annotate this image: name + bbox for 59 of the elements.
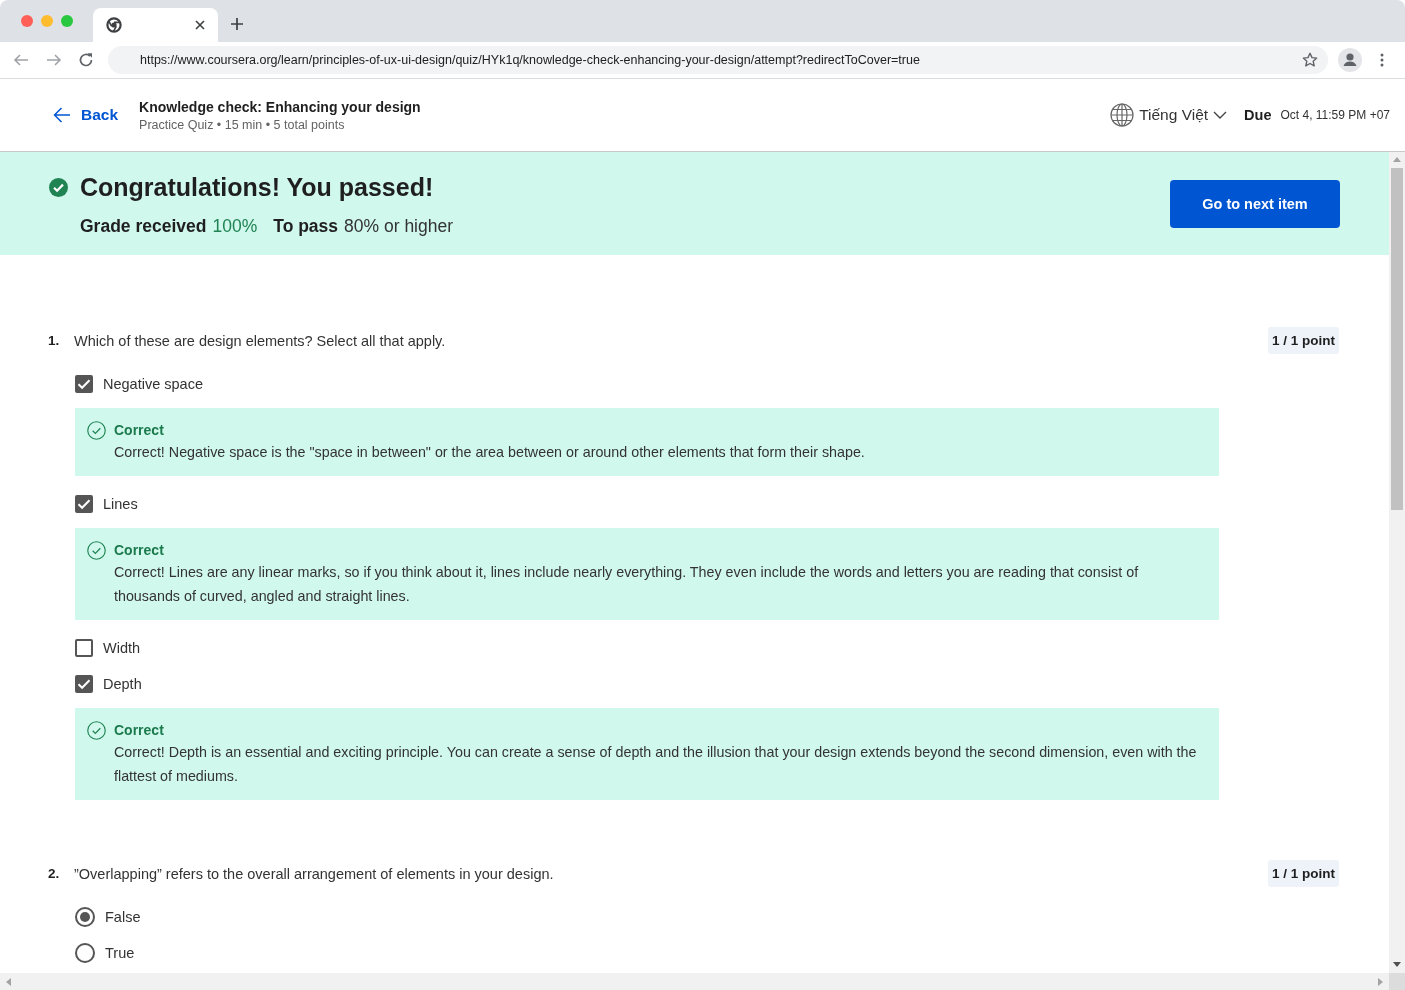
language-selector[interactable]: Tiếng Việt bbox=[1110, 103, 1228, 127]
option-label[interactable]: Negative space bbox=[103, 376, 203, 392]
reload-icon[interactable] bbox=[78, 52, 94, 68]
address-bar[interactable]: https://www.coursera.org/learn/principles-of-ux-ui-design/quiz/HYk1q/knowledge-check-enhancing-your-design/attempt?redirectToCover=true bbox=[108, 46, 1328, 74]
checkmark-icon bbox=[77, 677, 91, 691]
checkbox[interactable] bbox=[75, 675, 93, 693]
option-label[interactable]: Lines bbox=[103, 496, 138, 512]
menu-icon[interactable] bbox=[1380, 53, 1384, 67]
feedback-text: Correct! Negative space is the "space in between" or the area between or around other elements that form their shape. bbox=[114, 443, 866, 462]
question-text: ”Overlapping” refers to the overall arrangement of elements in your design. bbox=[74, 864, 555, 884]
bookmark-star-icon[interactable] bbox=[1302, 52, 1318, 68]
arrow-left-icon bbox=[53, 106, 71, 124]
radio-button[interactable] bbox=[75, 943, 95, 963]
vertical-scrollbar[interactable] bbox=[1389, 152, 1405, 973]
checkbox[interactable] bbox=[75, 375, 93, 393]
check-circle-icon bbox=[87, 540, 106, 560]
back-link[interactable]: Back bbox=[53, 106, 119, 124]
feedback-title: Correct bbox=[114, 421, 165, 440]
radio-button[interactable] bbox=[75, 907, 95, 927]
scroll-down-icon[interactable] bbox=[1393, 962, 1401, 967]
points-badge: 1 / 1 point bbox=[1268, 327, 1339, 354]
option-label[interactable]: False bbox=[105, 909, 141, 925]
profile-icon[interactable] bbox=[1338, 48, 1362, 72]
chevron-down-icon bbox=[1213, 111, 1228, 119]
new-tab-icon[interactable] bbox=[231, 18, 243, 30]
due-label: Due bbox=[1244, 107, 1272, 123]
feedback-text: Correct! Depth is an essential and exciting principle. You can create a sense of depth and the illusion that your design extends beyond the second dimension, even with the flattest of mediums. bbox=[114, 743, 1198, 786]
scrollbar-corner bbox=[1389, 973, 1405, 990]
quiz-meta: Practice Quiz • 15 min • 5 total points bbox=[139, 117, 346, 132]
question-number: 1. bbox=[48, 333, 61, 348]
check-circle-icon bbox=[87, 720, 106, 740]
next-item-button[interactable]: Go to next item bbox=[1170, 180, 1340, 228]
result-title: Congratulations! You passed! bbox=[80, 172, 434, 202]
checkbox[interactable] bbox=[75, 495, 93, 513]
pass-label: To pass bbox=[273, 215, 339, 238]
globe-icon bbox=[1110, 103, 1135, 127]
option-label[interactable]: Width bbox=[103, 640, 141, 656]
checkmark-icon bbox=[77, 497, 91, 511]
option-label[interactable]: Depth bbox=[103, 676, 142, 692]
question-text: Which of these are design elements? Select all that apply. bbox=[74, 331, 447, 351]
scrollbar-thumb[interactable] bbox=[1391, 168, 1403, 510]
check-circle-icon bbox=[49, 177, 68, 197]
option-label[interactable]: True bbox=[105, 945, 135, 961]
checkbox[interactable] bbox=[75, 639, 93, 657]
browser-tab[interactable] bbox=[93, 8, 218, 42]
feedback-title: Correct bbox=[114, 721, 165, 740]
points-badge: 1 / 1 point bbox=[1268, 860, 1339, 887]
grade-value: 100% bbox=[212, 215, 258, 238]
grade-label: Grade received bbox=[80, 215, 207, 238]
quiz-title: Knowledge check: Enhancing your design bbox=[139, 98, 421, 115]
feedback-text: Correct! Lines are any linear marks, so if you think about it, lines include nearly everything. They even include the words and letters you are reading that consist of thousands of curved, angled and straight lines. bbox=[114, 563, 1140, 606]
check-circle-icon bbox=[87, 420, 106, 440]
site-favicon-icon bbox=[106, 17, 122, 33]
pass-value: 80% or higher bbox=[344, 215, 454, 238]
checkmark-icon bbox=[77, 377, 91, 391]
close-icon[interactable] bbox=[195, 20, 205, 30]
due-date: Oct 4, 11:59 PM +07 bbox=[1280, 108, 1390, 122]
feedback-title: Correct bbox=[114, 541, 165, 560]
question-number: 2. bbox=[48, 866, 61, 881]
